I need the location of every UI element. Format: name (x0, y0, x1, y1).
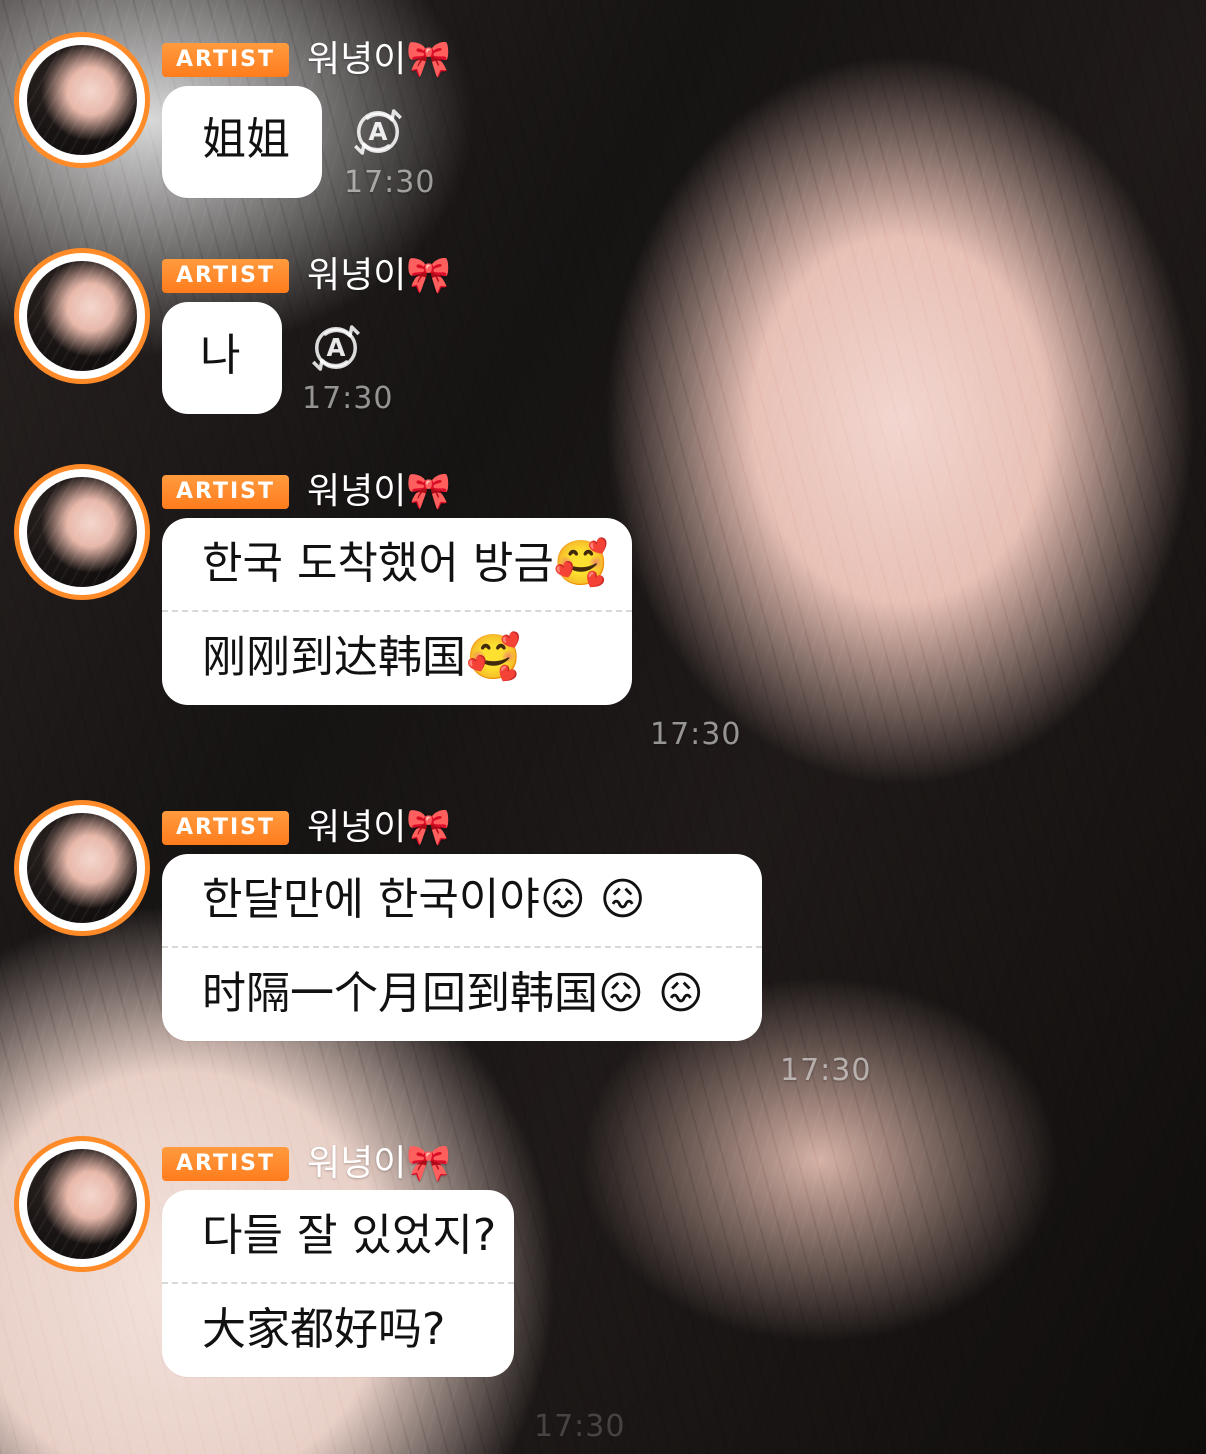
message-timestamp: 17:30 (344, 165, 436, 200)
message-line: 时隔一个月回到韩国😖 😖 (202, 968, 704, 1020)
sender-name[interactable]: 워녕이🎀 (307, 810, 451, 846)
message-bubble[interactable]: 한국 도착했어 방금🥰 刚刚到达韩国🥰 (162, 518, 632, 705)
message-timestamp: 17:30 (650, 717, 742, 752)
avatar-image (27, 477, 137, 587)
artist-badge: ARTIST (162, 475, 290, 509)
message-line: 한달만에 한국이야😖 😖 (202, 874, 646, 925)
avatar-image (27, 1149, 137, 1259)
message-header: ARTIST 워녕이🎀 (162, 1136, 451, 1192)
chat-message: ARTIST 워녕이🎀 한달만에 한국이야😖 😖 时隔一个月回到韩国😖 😖 17… (14, 800, 1194, 1090)
message-header: ARTIST 워녕이🎀 (162, 32, 451, 88)
sender-name-text: 워녕이🎀 (307, 471, 452, 512)
avatar[interactable] (14, 1136, 150, 1272)
avatar[interactable] (14, 32, 150, 168)
sender-name[interactable]: 워녕이🎀 (307, 474, 451, 510)
artist-badge: ARTIST (162, 259, 290, 293)
artist-badge: ARTIST (162, 43, 290, 77)
translate-icon: A (312, 325, 360, 371)
avatar[interactable] (14, 464, 150, 600)
message-line: 다들 잘 있었지? (202, 1210, 497, 1261)
message-timestamp: 17:30 (302, 381, 394, 416)
artist-badge: ARTIST (162, 811, 290, 845)
sender-name-text: 워녕이🎀 (307, 1143, 452, 1184)
message-bubble[interactable]: 나 (162, 302, 282, 414)
translate-icon: A (354, 109, 402, 155)
message-line: 나 (200, 330, 241, 381)
artist-badge: ARTIST (162, 1147, 290, 1181)
message-timestamp: 17:30 (780, 1053, 872, 1088)
sender-name[interactable]: 워녕이🎀 (307, 1146, 451, 1182)
svg-text:A: A (327, 333, 346, 362)
avatar-image (27, 45, 137, 155)
message-header: ARTIST 워녕이🎀 (162, 248, 451, 304)
sender-name-text: 워녕이🎀 (307, 255, 452, 296)
message-line: 大家都好吗? (202, 1304, 446, 1356)
translate-button[interactable]: A (304, 316, 368, 380)
sender-name-text: 워녕이🎀 (307, 39, 452, 80)
sender-name[interactable]: 워녕이🎀 (307, 258, 451, 294)
avatar-image (27, 813, 137, 923)
translate-button[interactable]: A (346, 100, 410, 164)
chat-message: ARTIST 워녕이🎀 나 A 17:30 (14, 248, 1194, 458)
message-bubble[interactable]: 姐姐 (162, 86, 322, 198)
message-line: 한국 도착했어 방금🥰 (202, 538, 609, 589)
avatar[interactable] (14, 248, 150, 384)
chat-message: ARTIST 워녕이🎀 姐姐 A 17:30 (14, 32, 1194, 242)
message-timestamp: 17:30 (534, 1409, 626, 1444)
message-header: ARTIST 워녕이🎀 (162, 464, 451, 520)
sender-name-text: 워녕이🎀 (307, 807, 452, 848)
avatar-image (27, 261, 137, 371)
message-line: 刚刚到达韩国🥰 (202, 632, 521, 684)
message-line: 姐姐 (202, 114, 290, 165)
avatar[interactable] (14, 800, 150, 936)
chat-thread: ARTIST 워녕이🎀 姐姐 A 17:30 ARTIST 워녕이🎀 나 A 1… (0, 0, 1206, 1454)
svg-text:A: A (369, 117, 388, 146)
message-bubble[interactable]: 한달만에 한국이야😖 😖 时隔一个月回到韩国😖 😖 (162, 854, 762, 1041)
sender-name[interactable]: 워녕이🎀 (307, 42, 451, 78)
chat-message: ARTIST 워녕이🎀 다들 잘 있었지? 大家都好吗? 17:30 (14, 1136, 1194, 1446)
chat-message: ARTIST 워녕이🎀 한국 도착했어 방금🥰 刚刚到达韩国🥰 17:30 (14, 464, 1194, 754)
message-bubble[interactable]: 다들 잘 있었지? 大家都好吗? (162, 1190, 514, 1377)
message-header: ARTIST 워녕이🎀 (162, 800, 451, 856)
